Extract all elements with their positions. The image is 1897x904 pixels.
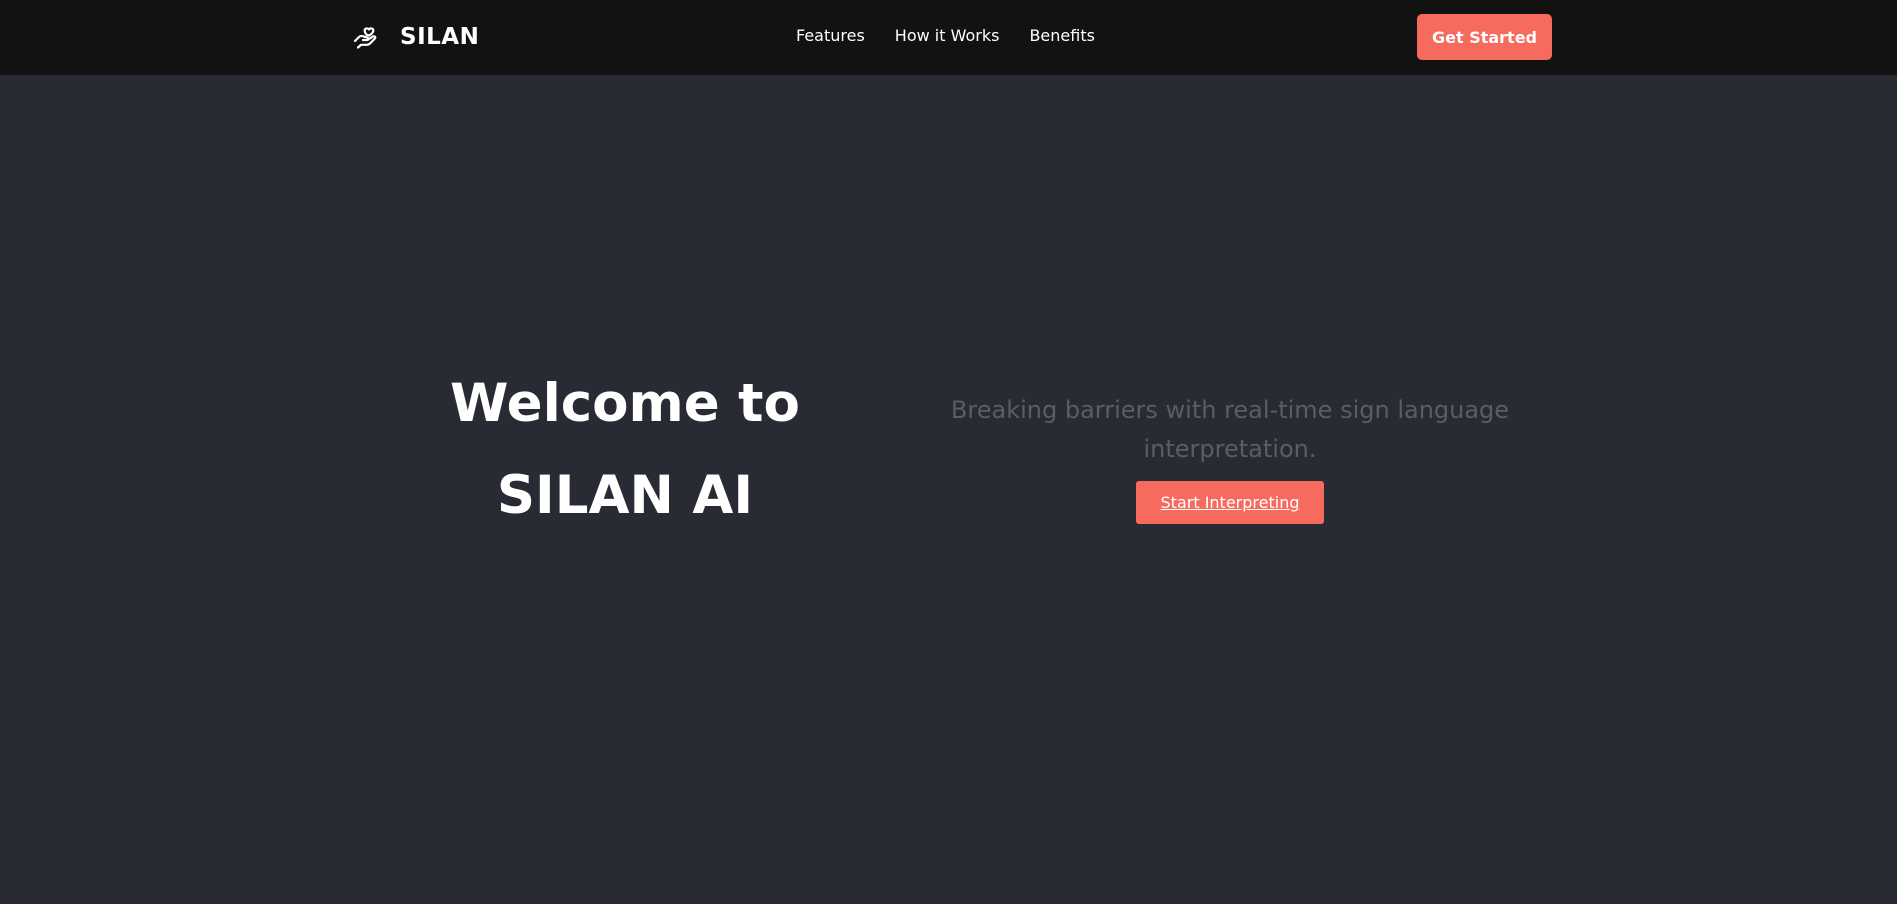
hand-heart-icon [352,22,382,52]
get-started-button[interactable]: Get Started [1417,14,1552,60]
nav-link-how-it-works[interactable]: How it Works [895,26,1000,45]
brand-name: SILAN [400,24,480,50]
brand-logo-link[interactable]: SILAN [352,20,479,54]
top-navbar: SILAN Features How it Works Benefits Get… [0,0,1897,75]
hero-subtitle: Breaking barriers with real-time sign la… [950,396,1510,463]
nav-links: Features How it Works Benefits [796,26,1095,45]
start-interpreting-button[interactable]: Start Interpreting [1136,481,1324,524]
nav-link-features[interactable]: Features [796,26,865,45]
nav-link-benefits[interactable]: Benefits [1029,26,1095,45]
hero-title: Welcome to SILAN AI [450,373,800,526]
